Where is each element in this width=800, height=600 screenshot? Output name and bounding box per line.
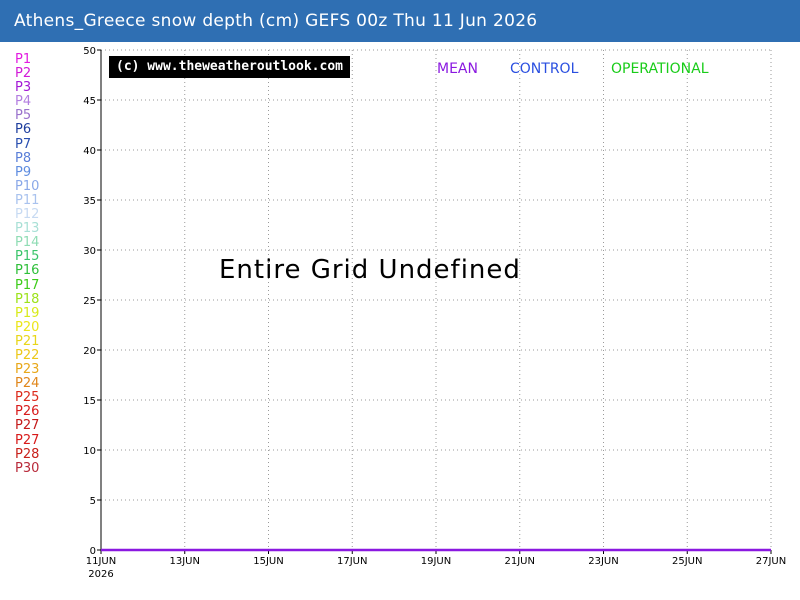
x-tick-label: 21JUN [505, 556, 535, 567]
grid-undefined-message: Entire Grid Undefined [219, 255, 521, 285]
x-tick-label: 23JUN [588, 556, 618, 567]
snow-depth-chart: 0510152025303540455011JUN202613JUN 15JUN 1… [83, 46, 786, 580]
y-tick-label: 10 [83, 446, 96, 457]
x-tick-label: 11JUN [86, 556, 116, 567]
y-tick-label: 5 [90, 496, 96, 507]
operational-series-label: OPERATIONAL [611, 61, 709, 77]
copyright-banner: (c) www.theweatheroutlook.com [109, 56, 350, 78]
x-tick-sublabel: 2026 [88, 569, 113, 580]
y-tick-label: 30 [83, 246, 96, 257]
y-tick-label: 20 [83, 346, 96, 357]
y-tick-label: 15 [83, 396, 96, 407]
y-tick-label: 40 [83, 146, 96, 157]
x-tick-label: 15JUN [253, 556, 283, 567]
x-tick-label: 27JUN [756, 556, 786, 567]
x-tick-label: 13JUN [170, 556, 200, 567]
control-series-label: CONTROL [510, 61, 579, 77]
x-tick-label: 25JUN [672, 556, 702, 567]
y-tick-label: 50 [83, 46, 96, 57]
x-tick-label: 19JUN [421, 556, 451, 567]
y-tick-label: 45 [83, 96, 96, 107]
x-tick-label: 17JUN [337, 556, 367, 567]
y-tick-label: 25 [83, 296, 96, 307]
y-tick-label: 35 [83, 196, 96, 207]
mean-series-label: MEAN [437, 61, 478, 77]
